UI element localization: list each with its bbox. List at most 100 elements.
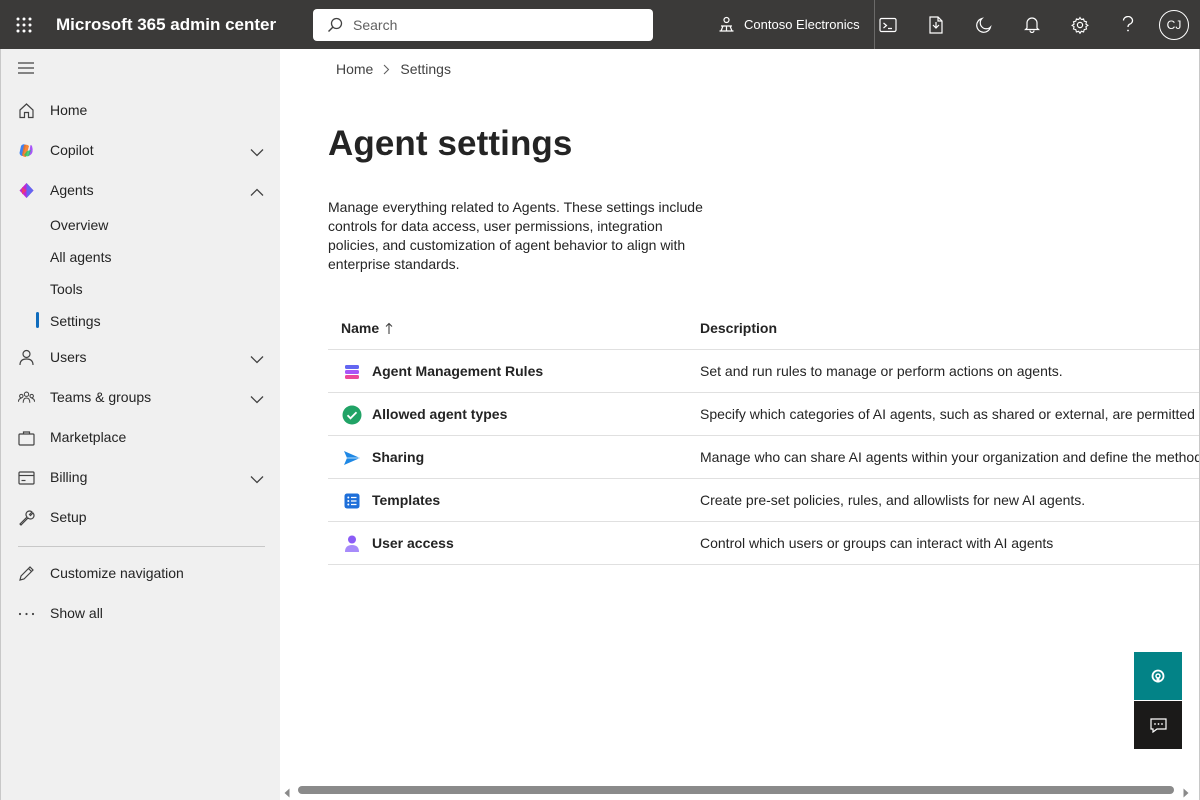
table-row[interactable]: User access Control which users or group… — [328, 522, 1200, 565]
table-row[interactable]: Agent Management Rules Set and run rules… — [328, 350, 1200, 393]
terminal-button[interactable] — [864, 0, 912, 49]
chevron-down-icon — [250, 391, 264, 407]
nav-sub-settings[interactable]: Settings — [50, 305, 101, 337]
wrench-icon — [18, 509, 35, 526]
collapse-nav-button[interactable] — [17, 61, 35, 80]
page-title: Agent settings — [328, 124, 573, 163]
horizontal-scrollbar[interactable] — [280, 780, 1200, 800]
nav-item-teams-groups[interactable]: Teams & groups — [1, 377, 281, 417]
row-description: Control which users or groups can intera… — [700, 535, 1054, 551]
dark-mode-icon — [976, 16, 992, 33]
nav-label-users: Users — [50, 349, 87, 365]
row-description: Create pre-set policies, rules, and allo… — [700, 492, 1086, 508]
nav-label-marketplace: Marketplace — [50, 429, 127, 445]
app-title[interactable]: Microsoft 365 admin center — [56, 15, 313, 35]
breadcrumb-current: Settings — [400, 61, 451, 77]
rules-icon — [342, 362, 362, 382]
nav-label-teams-groups: Teams & groups — [50, 389, 152, 405]
row-name[interactable]: Templates — [372, 492, 440, 508]
nav-item-billing[interactable]: Billing — [1, 457, 281, 497]
settings-button[interactable] — [1056, 0, 1104, 49]
top-bar: Microsoft 365 admin center Contoso Elect… — [0, 0, 1200, 49]
row-name[interactable]: User access — [372, 535, 454, 551]
chevron-down-icon — [250, 471, 264, 487]
bell-icon — [1024, 17, 1040, 33]
row-name[interactable]: Allowed agent types — [372, 406, 507, 422]
nav-item-users[interactable]: Users — [1, 337, 281, 377]
chevron-down-icon — [250, 144, 264, 160]
nav-label-agents: Agents — [50, 182, 94, 198]
breadcrumb: Home Settings — [336, 61, 451, 77]
column-header-description[interactable]: Description — [700, 320, 777, 336]
scroll-right-icon[interactable] — [1183, 785, 1189, 800]
waffle-icon — [16, 17, 32, 32]
nav-item-home[interactable]: Home — [1, 90, 281, 130]
row-name[interactable]: Sharing — [372, 449, 424, 465]
nav-label-home: Home — [50, 102, 88, 118]
feedback-button[interactable] — [1134, 701, 1182, 749]
org-switcher[interactable]: Contoso Electronics — [718, 0, 875, 49]
agents-icon — [18, 182, 35, 199]
row-description: Specify which categories of AI agents, s… — [700, 406, 1200, 422]
active-indicator — [36, 312, 39, 328]
chevron-right-icon — [383, 64, 390, 75]
nav-item-customize-navigation[interactable]: Customize navigation — [1, 553, 281, 593]
help-support-button[interactable] — [1134, 652, 1182, 700]
nav-item-marketplace[interactable]: Marketplace — [1, 417, 281, 457]
nav-item-copilot[interactable]: Copilot — [1, 130, 281, 170]
nav-sub-overview[interactable]: Overview — [50, 209, 108, 241]
send-icon — [342, 448, 362, 468]
breadcrumb-home[interactable]: Home — [336, 61, 373, 77]
notifications-button[interactable] — [1008, 0, 1056, 49]
scrollbar-track[interactable] — [298, 786, 1174, 794]
document-button[interactable] — [912, 0, 960, 49]
nav-item-agents[interactable]: Agents — [1, 170, 281, 210]
scrollbar-thumb[interactable] — [298, 786, 1174, 794]
nav-item-setup[interactable]: Setup — [1, 497, 281, 537]
row-name[interactable]: Agent Management Rules — [372, 363, 543, 379]
table-row[interactable]: Allowed agent types Specify which catego… — [328, 393, 1200, 436]
marketplace-icon — [18, 429, 35, 446]
table-row[interactable]: Sharing Manage who can share AI agents w… — [328, 436, 1200, 479]
nav-label-copilot: Copilot — [50, 142, 94, 158]
teams-icon — [18, 389, 35, 406]
org-name: Contoso Electronics — [744, 17, 860, 32]
document-icon — [929, 15, 943, 34]
page-description: Manage everything related to Agents. The… — [328, 199, 703, 272]
nav-sub-tools[interactable]: Tools — [50, 273, 83, 305]
search-box[interactable] — [313, 9, 653, 41]
app-launcher-button[interactable] — [0, 0, 48, 49]
pencil-icon — [18, 565, 35, 582]
check-circle-icon — [342, 405, 362, 425]
gear-icon — [1071, 15, 1089, 34]
scroll-left-icon[interactable] — [284, 785, 290, 800]
ellipsis-icon — [18, 605, 35, 622]
nav-sub-all-agents[interactable]: All agents — [50, 241, 111, 273]
terminal-icon — [879, 17, 897, 32]
search-input[interactable] — [353, 17, 633, 33]
table-header: Name Description — [328, 307, 1200, 350]
hamburger-icon — [18, 62, 34, 74]
nav-item-show-all[interactable]: Show all — [1, 593, 281, 633]
copilot-icon — [18, 142, 35, 159]
person-icon — [342, 534, 362, 554]
chevron-down-icon — [250, 351, 264, 367]
headset-icon — [1151, 669, 1165, 683]
dark-mode-button[interactable] — [960, 0, 1008, 49]
settings-table: Name Description Agent Management Rules … — [328, 307, 1200, 565]
home-icon — [18, 102, 35, 119]
column-header-name[interactable]: Name — [341, 320, 393, 336]
user-icon — [18, 349, 35, 366]
help-icon — [1122, 16, 1134, 32]
nav-label-setup: Setup — [50, 509, 87, 525]
left-navigation: Home Copilot Agents Overview All agents … — [0, 49, 280, 800]
help-button[interactable] — [1104, 0, 1152, 49]
row-description: Manage who can share AI agents within yo… — [700, 449, 1200, 465]
list-icon — [342, 491, 362, 511]
nav-label-billing: Billing — [50, 469, 88, 485]
row-description: Set and run rules to manage or perform a… — [700, 363, 1063, 379]
table-row[interactable]: Templates Create pre-set policies, rules… — [328, 479, 1200, 522]
user-avatar[interactable]: CJ — [1159, 9, 1189, 40]
billing-icon — [18, 469, 35, 486]
nav-label-customize-navigation: Customize navigation — [50, 565, 184, 581]
